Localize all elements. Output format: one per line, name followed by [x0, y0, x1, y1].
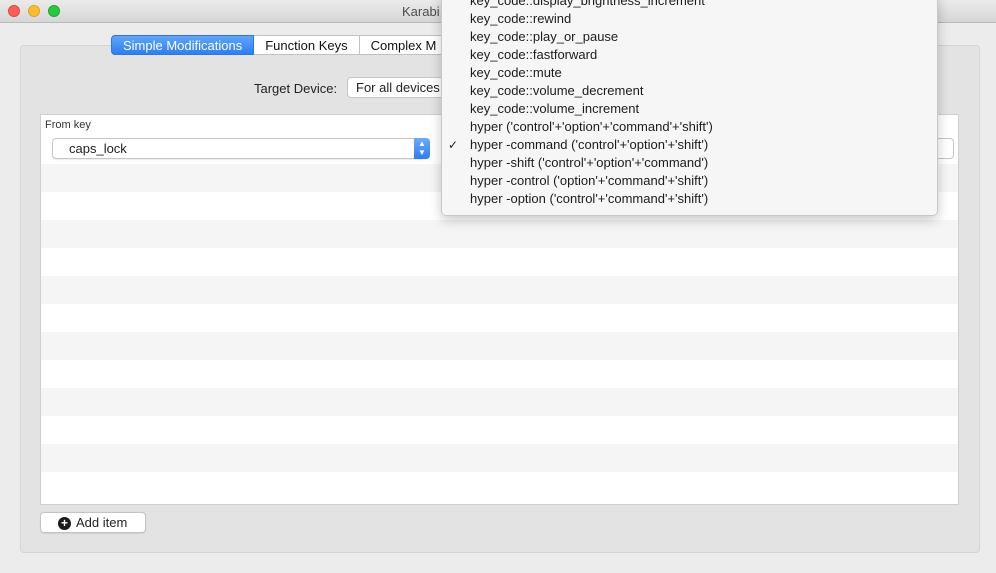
window-title: Karabi	[402, 4, 440, 19]
table-row	[41, 304, 958, 332]
menu-item[interactable]: hyper ('control'+'option'+'command'+'shi…	[442, 118, 937, 136]
table-row	[41, 360, 958, 388]
table-row	[41, 276, 958, 304]
from-key-column-header: From key	[45, 119, 91, 131]
table-row	[41, 444, 958, 472]
to-key-dropdown-menu: key_code::display_brightness_increment k…	[441, 0, 938, 216]
tab-simple-modifications[interactable]: Simple Modifications	[111, 35, 255, 55]
add-item-button[interactable]: + Add item	[40, 512, 146, 533]
table-row	[41, 388, 958, 416]
menu-item[interactable]: key_code::fastforward	[442, 46, 937, 64]
menu-item-selected[interactable]: ✓ hyper -command ('control'+'option'+'sh…	[442, 136, 937, 154]
tab-function-keys[interactable]: Function Keys	[254, 35, 360, 55]
tab-complex-modifications[interactable]: Complex M	[359, 35, 449, 55]
minimize-window-button[interactable]	[28, 5, 40, 17]
table-row	[41, 332, 958, 360]
menu-item[interactable]: key_code::display_brightness_increment	[442, 0, 937, 10]
menu-item[interactable]: key_code::rewind	[442, 10, 937, 28]
add-item-label: Add item	[76, 515, 128, 530]
table-row	[41, 220, 958, 248]
plus-circle-icon: +	[58, 517, 71, 530]
checkmark-icon: ✓	[448, 138, 459, 152]
menu-item[interactable]: hyper -option ('control'+'command'+'shif…	[442, 190, 937, 208]
from-key-select[interactable]: caps_lock ▲ ▼	[52, 138, 430, 159]
chevron-updown-icon: ▲ ▼	[414, 138, 430, 159]
tab-bar: Simple Modifications Function Keys Compl…	[111, 35, 449, 55]
close-window-button[interactable]	[8, 5, 20, 17]
table-row	[41, 248, 958, 276]
to-key-select[interactable]	[938, 138, 954, 159]
menu-item[interactable]: key_code::play_or_pause	[442, 28, 937, 46]
menu-item[interactable]: key_code::volume_increment	[442, 100, 937, 118]
menu-item[interactable]: hyper -control ('option'+'command'+'shif…	[442, 172, 937, 190]
menu-item[interactable]: key_code::volume_decrement	[442, 82, 937, 100]
table-row	[41, 416, 958, 444]
table-row	[41, 472, 958, 500]
maximize-window-button[interactable]	[48, 5, 60, 17]
menu-item[interactable]: hyper -shift ('control'+'option'+'comman…	[442, 154, 937, 172]
menu-item[interactable]: key_code::mute	[442, 64, 937, 82]
target-device-label: Target Device:	[254, 81, 338, 96]
from-key-value: caps_lock	[69, 141, 127, 156]
